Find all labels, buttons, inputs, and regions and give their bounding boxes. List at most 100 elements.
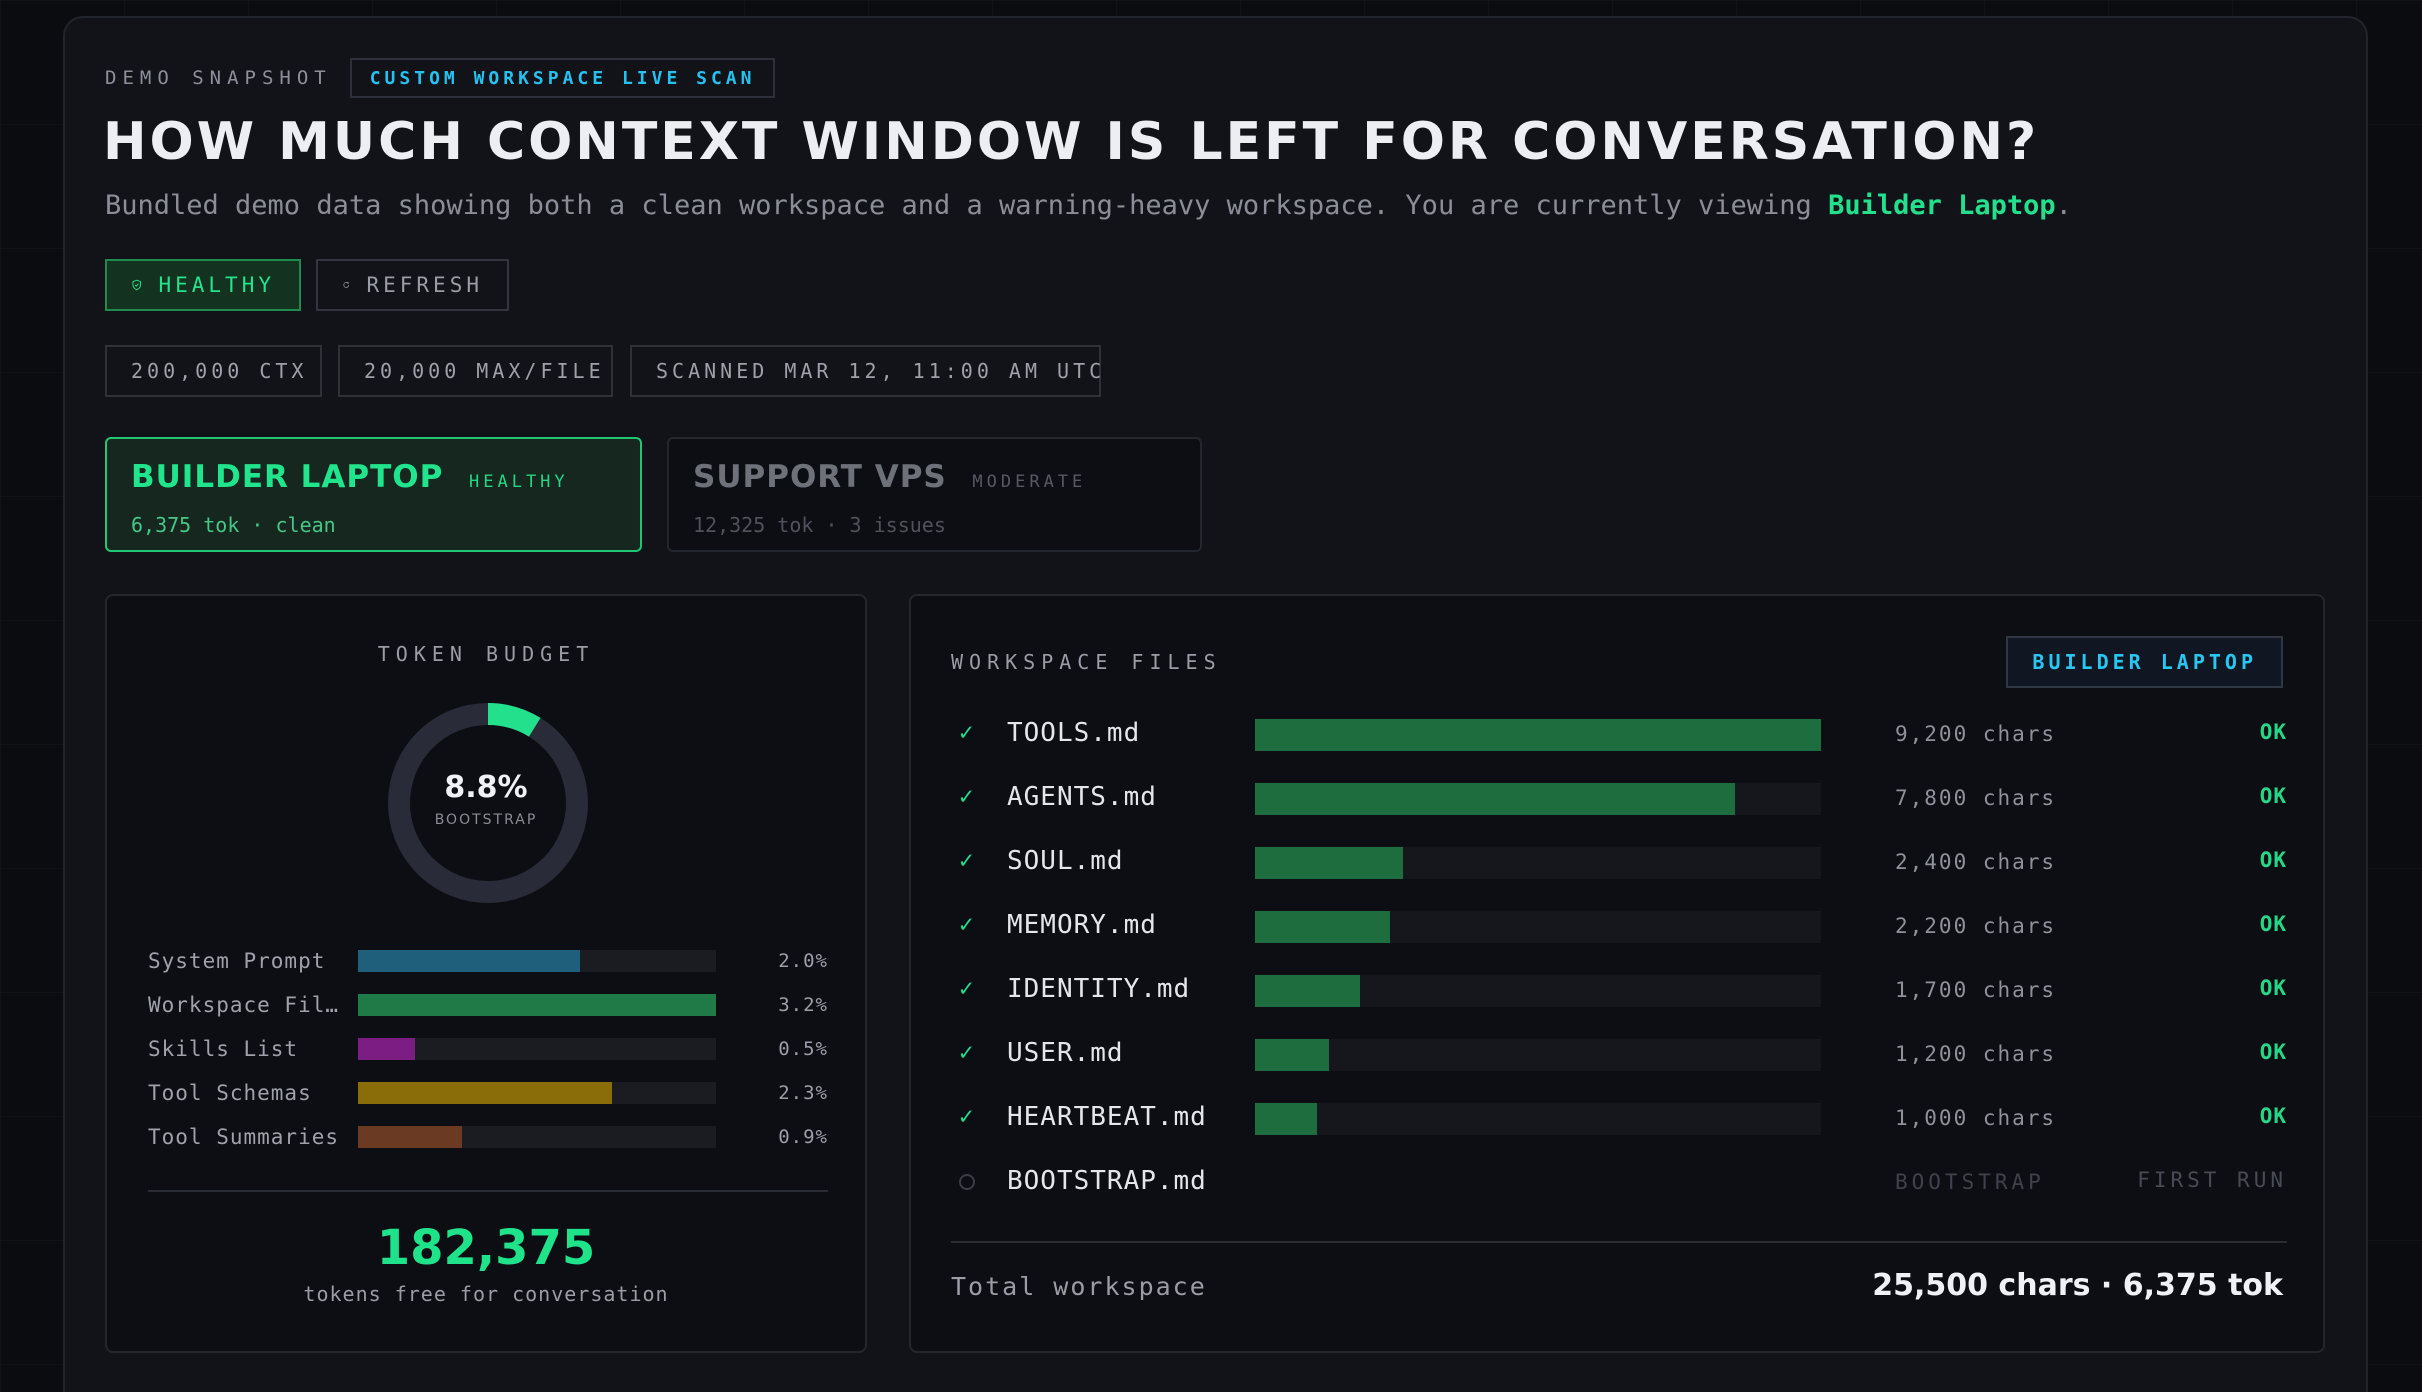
checkmark-icon: ✓: [959, 1038, 974, 1066]
file-row[interactable]: ✓ TOOLS.md 9,200 chars OK: [951, 716, 2287, 752]
token-budget-title: TOKEN BUDGET: [377, 642, 595, 666]
file-chars: 7,800 chars: [1895, 786, 2057, 810]
workspace-name: SUPPORT VPS: [693, 459, 947, 495]
file-name: TOOLS.md: [1007, 718, 1141, 748]
file-row[interactable]: ✓ SOUL.md 2,400 chars OK: [951, 844, 2287, 880]
refresh-icon: [343, 281, 350, 288]
budget-bar-fill: [358, 1126, 462, 1148]
checkmark-icon: ✓: [959, 846, 974, 874]
file-row[interactable]: ✓ HEARTBEAT.md 1,000 chars OK: [951, 1100, 2287, 1136]
budget-row: Skills List 0.5%: [148, 1034, 828, 1064]
file-row[interactable]: ✓ IDENTITY.md 1,700 chars OK: [951, 972, 2287, 1008]
file-row[interactable]: BOOTSTRAP.md BOOTSTRAP FIRST RUN: [951, 1164, 2287, 1200]
budget-row-label: Workspace Fil…: [148, 993, 340, 1017]
context-size-chip: 200,000 CTX: [105, 345, 322, 397]
file-name: BOOTSTRAP.md: [1007, 1166, 1207, 1196]
budget-row-label: Tool Summaries: [148, 1125, 340, 1149]
healthy-status-button[interactable]: HEALTHY: [105, 259, 301, 311]
budget-row-percent: 2.0%: [778, 950, 828, 972]
file-size-bar-track: [1255, 847, 1821, 879]
checkmark-icon: ✓: [959, 782, 974, 810]
file-name: HEARTBEAT.md: [1007, 1102, 1207, 1132]
workspace-files-title: WORKSPACE FILES: [951, 650, 1222, 674]
file-status: OK: [2259, 1040, 2287, 1064]
donut-percent: 8.8%: [444, 770, 528, 805]
total-workspace-label: Total workspace: [951, 1272, 1207, 1301]
file-size-bar-fill: [1255, 1039, 1329, 1071]
file-status: OK: [2259, 976, 2287, 1000]
file-chars: 1,000 chars: [1895, 1106, 2057, 1130]
budget-row-percent: 0.5%: [778, 1038, 828, 1060]
file-name: MEMORY.md: [1007, 910, 1157, 940]
refresh-button[interactable]: REFRESH: [316, 259, 509, 311]
file-size-bar-track: [1255, 975, 1821, 1007]
file-size-bar-fill: [1255, 911, 1391, 943]
healthy-label: HEALTHY: [158, 273, 275, 297]
file-chars: BOOTSTRAP: [1895, 1170, 2045, 1194]
budget-row-percent: 0.9%: [778, 1126, 828, 1148]
budget-row-percent: 3.2%: [778, 994, 828, 1016]
file-name: USER.md: [1007, 1038, 1124, 1068]
budget-row: Tool Schemas 2.3%: [148, 1078, 828, 1108]
total-workspace-value: 25,500 chars · 6,375 tok: [1872, 1268, 2283, 1303]
budget-bar-track: [358, 1038, 716, 1060]
file-chars: 2,400 chars: [1895, 850, 2057, 874]
max-file-chip: 20,000 MAX/FILE: [338, 345, 613, 397]
empty-circle-icon: [959, 1174, 975, 1190]
shield-check-icon: [132, 279, 142, 291]
file-status: FIRST RUN: [2137, 1168, 2287, 1192]
budget-row-label: Skills List: [148, 1037, 299, 1061]
file-chars: 2,200 chars: [1895, 914, 2057, 938]
free-tokens-value: 182,375: [376, 1220, 596, 1276]
token-budget-card: TOKEN BUDGET 8.8% BOOTSTRAP System Promp…: [105, 594, 867, 1353]
free-tokens-label: tokens free for conversation: [303, 1282, 669, 1306]
workspace-name: BUILDER LAPTOP: [131, 459, 444, 495]
divider: [951, 1241, 2287, 1243]
file-chars: 9,200 chars: [1895, 722, 2057, 746]
file-status: OK: [2259, 848, 2287, 872]
file-row[interactable]: ✓ MEMORY.md 2,200 chars OK: [951, 908, 2287, 944]
file-chars: 1,200 chars: [1895, 1042, 2057, 1066]
file-size-bar-track: [1255, 1103, 1821, 1135]
file-status: OK: [2259, 784, 2287, 808]
budget-row-percent: 2.3%: [778, 1082, 828, 1104]
budget-row-label: Tool Schemas: [148, 1081, 312, 1105]
page-subtitle: Bundled demo data showing both a clean w…: [105, 190, 2072, 221]
workspace-status: HEALTHY: [469, 472, 569, 492]
file-name: SOUL.md: [1007, 846, 1124, 876]
workspace-summary: 12,325 tok · 3 issues: [693, 513, 946, 537]
refresh-label: REFRESH: [366, 273, 483, 297]
page-title: HOW MUCH CONTEXT WINDOW IS LEFT FOR CONV…: [103, 112, 2040, 172]
donut-label: BOOTSTRAP: [434, 812, 538, 828]
eyebrow-label: DEMO SNAPSHOT: [105, 67, 332, 89]
budget-row: System Prompt 2.0%: [148, 946, 828, 976]
scanned-time-chip: SCANNED MAR 12, 11:00 AM UTC: [630, 345, 1101, 397]
file-size-bar-fill: [1255, 847, 1403, 879]
subtitle-end: .: [2055, 190, 2072, 221]
workspace-tab-builder-laptop[interactable]: BUILDER LAPTOP HEALTHY 6,375 tok · clean: [105, 437, 642, 552]
budget-bar-track: [358, 1126, 716, 1148]
file-status: OK: [2259, 912, 2287, 936]
live-scan-tag: CUSTOM WORKSPACE LIVE SCAN: [349, 58, 776, 98]
checkmark-icon: ✓: [959, 1102, 974, 1130]
budget-bar-track: [358, 1082, 716, 1104]
file-size-bar-fill: [1255, 719, 1821, 751]
workspace-tab-support-vps[interactable]: SUPPORT VPS MODERATE 12,325 tok · 3 issu…: [667, 437, 1202, 552]
checkmark-icon: ✓: [959, 910, 974, 938]
file-size-bar-fill: [1255, 975, 1360, 1007]
subtitle-text: Bundled demo data showing both a clean w…: [105, 190, 1829, 221]
checkmark-icon: ✓: [959, 974, 974, 1002]
divider: [148, 1190, 828, 1192]
subtitle-workspace-name: Builder Laptop: [1828, 190, 2056, 221]
file-row[interactable]: ✓ AGENTS.md 7,800 chars OK: [951, 780, 2287, 816]
budget-bar-track: [358, 950, 716, 972]
budget-row: Tool Summaries 0.9%: [148, 1122, 828, 1152]
file-chars: 1,700 chars: [1895, 978, 2057, 1002]
file-name: IDENTITY.md: [1007, 974, 1191, 1004]
file-row[interactable]: ✓ USER.md 1,200 chars OK: [951, 1036, 2287, 1072]
file-size-bar-track: [1255, 1039, 1821, 1071]
file-size-bar-track: [1255, 719, 1821, 751]
budget-bar-fill: [358, 994, 716, 1016]
file-status: OK: [2259, 720, 2287, 744]
file-size-bar-track: [1255, 911, 1821, 943]
